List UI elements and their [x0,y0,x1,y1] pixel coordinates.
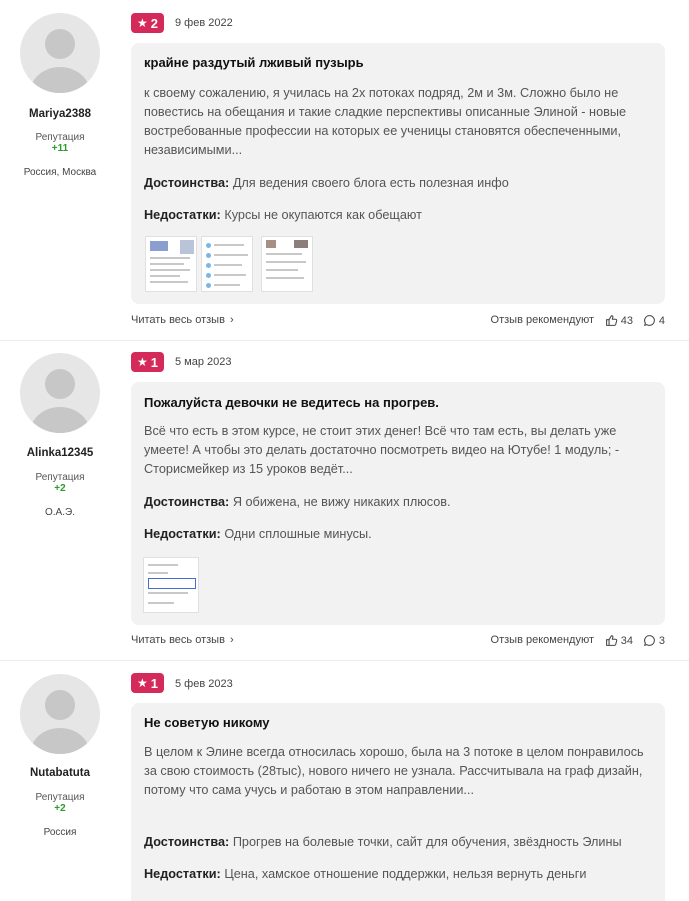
reputation-value: +2 [54,483,66,494]
review-card: крайне раздутый лживый пузырь к своему с… [131,43,665,304]
likes-count: 43 [620,314,633,327]
comment-icon [643,315,655,326]
avatar[interactable] [20,353,100,433]
review-footer: Читать весь отзыв › Отзыв рекомендуют 34 … [131,634,665,650]
read-more-link[interactable]: Читать весь отзыв › [131,634,234,646]
cons-text: Одни сплошные минусы. [224,527,372,541]
review-card: Не советую никому В целом к Элине всегда… [131,703,665,901]
pros-text: Я обижена, не вижу никаких плюсов. [232,495,451,509]
cons-label: Недостатки: [144,208,221,222]
like-button[interactable]: 43 [605,314,633,327]
like-button[interactable]: 34 [605,634,633,647]
review-item: Mariya2388 Репутация +11 Россия, Москва … [0,0,689,341]
thumbs-up-icon [605,315,618,326]
rating-value: 2 [150,15,158,31]
thumbs-up-icon [605,635,618,646]
cons-label: Недостатки: [144,527,221,541]
read-more-link[interactable]: Читать весь отзыв › [131,314,234,326]
comments-count: 4 [658,314,665,327]
review-item: Alinka12345 Репутация +2 О.А.Э. ★ 1 5 ма… [0,341,689,661]
review-footer: Читать весь отзыв › Отзыв рекомендуют 43 … [131,314,665,330]
rating-value: 1 [150,675,158,691]
reputation-label: Репутация [35,132,85,143]
likes-count: 34 [620,634,633,647]
star-icon: ★ [137,676,148,690]
recommend-label: Отзыв рекомендуют [490,314,594,326]
reputation-label: Репутация [35,792,85,803]
pros-label: Достоинства: [144,835,230,849]
review-pros: Достоинства: Прогрев на болевые точки, с… [144,835,654,849]
review-cons: Недостатки: Цена, хамское отношение подд… [144,867,654,881]
photo-thumbnail[interactable] [201,236,253,292]
author-name[interactable]: Mariya2388 [0,108,120,120]
photo-thumbnail[interactable] [143,557,199,613]
comments-button[interactable]: 4 [643,314,665,327]
review-text: Всё что есть в этом курсе, не стоит этих… [144,424,620,476]
review-title[interactable]: Пожалуйста девочки не ведитесь на прогре… [144,395,439,410]
pros-label: Достоинства: [144,495,230,509]
photo-thumbnail[interactable] [261,236,313,292]
recommend-label: Отзыв рекомендуют [490,634,594,646]
rating-badge: ★ 2 [131,13,164,33]
reputation-value: +2 [54,803,66,814]
avatar[interactable] [20,13,100,93]
review-pros: Достоинства: Я обижена, не вижу никаких … [144,495,654,509]
author-name[interactable]: Nutabatuta [0,767,120,779]
review-card: Пожалуйста девочки не ведитесь на прогре… [131,382,665,625]
cons-label: Недостатки: [144,867,221,881]
reputation-label: Репутация [35,472,85,483]
star-icon: ★ [137,16,148,30]
cons-text: Курсы не окупаются как обещают [224,208,422,222]
avatar[interactable] [20,674,100,754]
cons-text: Цена, хамское отношение поддержки, нельз… [224,867,587,881]
author-city: Россия [43,827,77,838]
pros-label: Достоинства: [144,176,230,190]
author-city: О.А.Э. [45,507,75,518]
comment-icon [643,635,655,646]
rating-value: 1 [150,354,158,370]
review-title[interactable]: Не советую никому [144,715,270,730]
review-date: 9 фев 2022 [175,17,233,29]
chevron-right-icon: › [229,314,234,326]
read-more-label: Читать весь отзыв [131,314,225,326]
read-more-label: Читать весь отзыв [131,634,225,646]
comments-button[interactable]: 3 [643,634,665,647]
photo-thumbnail[interactable] [145,236,197,292]
review-text: к своему сожалению, я училась на 2х пото… [144,86,627,157]
rating-badge: ★ 1 [131,673,164,693]
pros-text: Прогрев на болевые точки, сайт для обуче… [232,835,622,849]
review-item: Nutabatuta Репутация +2 Россия ★ 1 5 фев… [0,661,689,901]
pros-text: Для ведения своего блога есть полезная и… [232,176,509,190]
chevron-right-icon: › [229,634,234,646]
reputation-value: +11 [51,143,69,154]
comments-count: 3 [658,634,665,647]
review-cons: Недостатки: Одни сплошные минусы. [144,527,654,541]
author-name[interactable]: Alinka12345 [0,447,120,459]
review-date: 5 мар 2023 [175,356,232,368]
review-cons: Недостатки: Курсы не окупаются как обеща… [144,208,654,222]
star-icon: ★ [137,355,148,369]
author-city: Россия, Москва [23,167,97,178]
review-title[interactable]: крайне раздутый лживый пузырь [144,55,364,70]
review-pros: Достоинства: Для ведения своего блога ес… [144,176,654,190]
review-date: 5 фев 2023 [175,678,233,690]
review-text: В целом к Элине всегда относилась хорошо… [144,745,644,797]
rating-badge: ★ 1 [131,352,164,372]
